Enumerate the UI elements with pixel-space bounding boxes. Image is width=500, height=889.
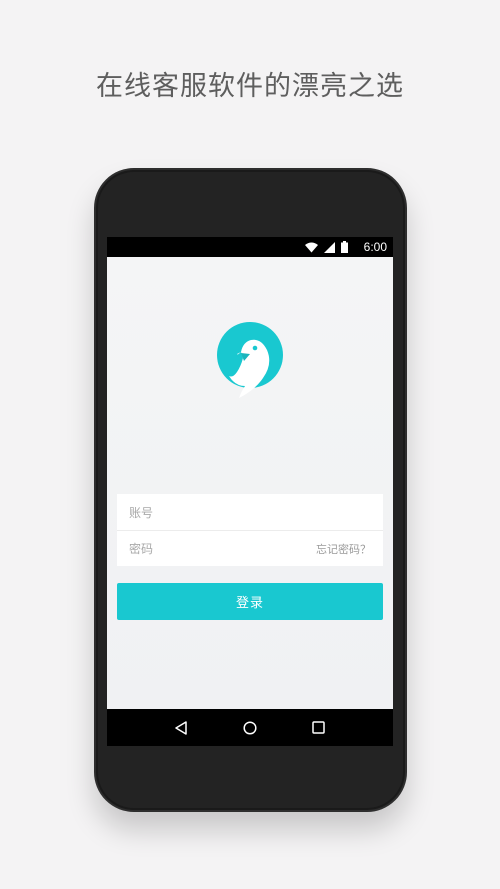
account-field[interactable]: 账号 [117, 494, 383, 530]
wifi-icon [304, 242, 318, 252]
battery-icon [340, 241, 348, 253]
navigation-bar [107, 709, 393, 746]
headline: 在线客服软件的漂亮之选 [96, 71, 404, 102]
login-form: 账号 密码 忘记密码？ [117, 494, 383, 566]
recents-icon [312, 721, 325, 734]
account-placeholder: 账号 [129, 505, 154, 520]
back-button[interactable] [171, 718, 191, 738]
status-bar: 6:00 [107, 237, 393, 257]
signal-icon [323, 241, 335, 253]
password-field[interactable]: 密码 忘记密码？ [117, 530, 383, 566]
forgot-password-link[interactable]: 忘记密码？ [316, 541, 371, 557]
password-placeholder: 密码 [129, 542, 154, 556]
home-icon [243, 720, 257, 735]
home-button[interactable] [240, 718, 260, 738]
login-screen: 账号 密码 忘记密码？ 登录 [107, 257, 393, 709]
parrot-speech-bubble-icon [217, 322, 283, 398]
recents-button[interactable] [309, 718, 329, 738]
status-time: 6:00 [363, 240, 387, 254]
back-icon [175, 720, 188, 735]
phone-screen: 6:00 账号 密码 忘记密码？ 登录 [107, 237, 393, 746]
login-button[interactable]: 登录 [117, 583, 383, 620]
